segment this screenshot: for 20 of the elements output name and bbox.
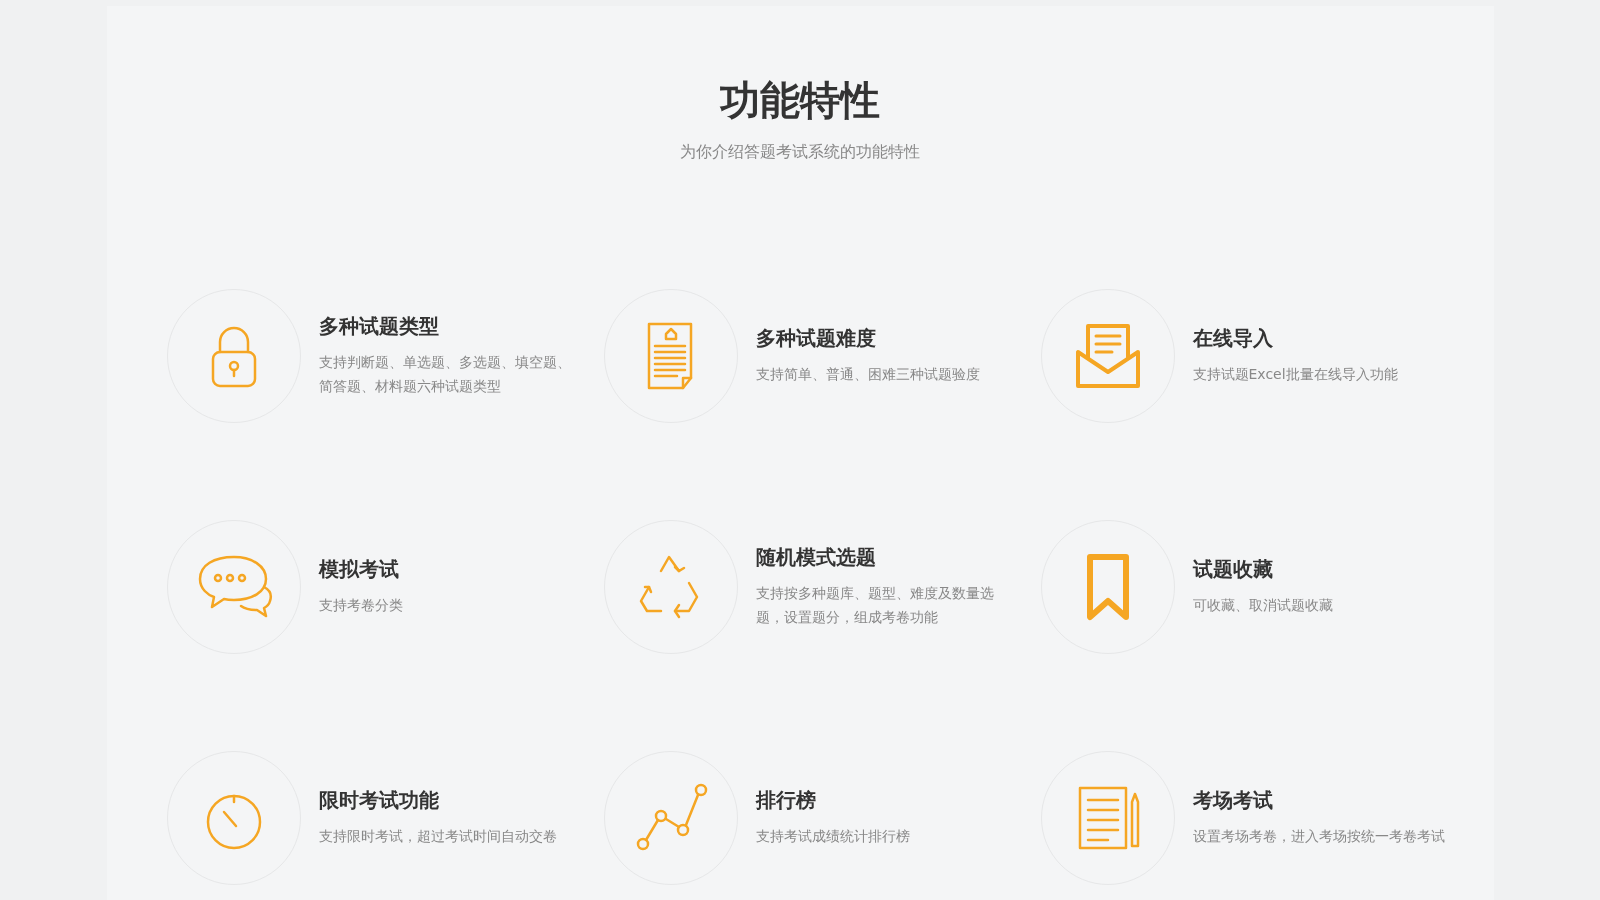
feature-description: 设置考场考卷，进入考场按统一考卷考试 <box>1192 827 1446 846</box>
feature-title: 排行榜 <box>755 787 817 814</box>
feature-description: 支持限时考试，超过考试时间自动交卷 <box>318 827 558 846</box>
feature-title: 考场考试 <box>1192 787 1274 814</box>
section-subtitle: 为你介绍答题考试系统的功能特性 <box>679 142 921 163</box>
feature-title: 在线导入 <box>1192 325 1274 352</box>
feature-title: 多种试题难度 <box>755 325 877 352</box>
feature-title: 多种试题类型 <box>318 313 440 340</box>
feature-description: 支持考试成绩统计排行榜 <box>755 827 911 846</box>
feature-title: 试题收藏 <box>1192 556 1274 583</box>
feature-title: 随机模式选题 <box>755 544 877 571</box>
section-title: 功能特性 <box>719 76 881 124</box>
feature-description: 支持简单、普通、困难三种试题验度 <box>755 365 981 384</box>
feature-description: 可收藏、取消试题收藏 <box>1192 596 1334 615</box>
feature-description: 支持考卷分类 <box>318 596 404 615</box>
feature-title: 限时考试功能 <box>318 787 440 814</box>
feature-description: 支持判断题、单选题、多选题、填空题、简答题、材料题六种试题类型 <box>318 353 572 396</box>
feature-description: 支持试题Excel批量在线导入功能 <box>1192 365 1399 384</box>
feature-description: 支持按多种题库、题型、难度及数量选题，设置题分，组成考卷功能 <box>755 584 995 627</box>
feature-title: 模拟考试 <box>318 556 400 583</box>
